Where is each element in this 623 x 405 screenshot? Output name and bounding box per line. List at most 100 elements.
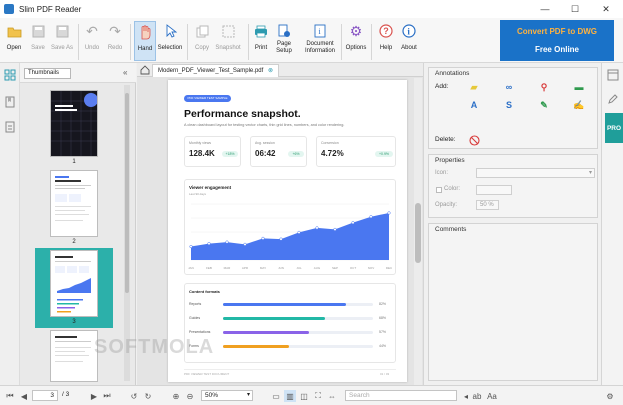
format-bar-fill <box>223 303 346 306</box>
thumbnails-tab[interactable]: Thumbnails <box>24 68 71 79</box>
zoom-in-icon[interactable]: ⊕ <box>170 390 182 402</box>
minimize-button[interactable]: — <box>530 0 560 18</box>
selection-tool-button[interactable]: Selection <box>157 21 183 61</box>
thumbnails-panel-icon[interactable] <box>4 69 16 81</box>
settings-gear-icon[interactable]: ⚙ <box>604 390 616 402</box>
document-tab-title: Modern_PDF_Viewer_Test_Sample.pdf <box>158 68 264 74</box>
chevron-down-icon: ▾ <box>246 392 250 398</box>
link-icon[interactable]: ∞ <box>503 81 515 93</box>
fit-width-icon[interactable]: ⇔ <box>326 390 338 402</box>
format-bar-fill <box>223 317 325 320</box>
thumbnail-page-4[interactable] <box>50 330 98 382</box>
bookmarks-panel-icon[interactable] <box>4 96 16 108</box>
home-icon[interactable] <box>140 65 150 75</box>
hand-tool-button[interactable]: Hand <box>134 21 156 61</box>
single-page-icon[interactable]: ▭ <box>270 390 282 402</box>
search-input[interactable]: Search <box>345 390 457 401</box>
thumbnail-page-1[interactable] <box>50 90 98 157</box>
promo-title: Convert PDF to DWG <box>517 27 597 36</box>
edit-panel-icon[interactable] <box>607 93 619 105</box>
save-as-icon <box>54 23 70 39</box>
chart-x-tick-label: JUN <box>278 266 284 270</box>
delete-annotation-icon[interactable] <box>468 134 480 146</box>
save-button[interactable]: Save <box>27 21 49 61</box>
note-icon[interactable]: ▰ <box>468 81 480 93</box>
rotate-left-icon[interactable]: ↺ <box>128 390 140 402</box>
format-bar-fill <box>223 331 309 334</box>
icon-select[interactable]: ▾ <box>476 168 595 178</box>
match-case-icon[interactable]: ab <box>471 390 483 402</box>
chart-x-tick-label: JAN <box>188 266 194 270</box>
zoom-select[interactable]: 50% ▾ <box>201 390 253 401</box>
first-page-icon[interactable]: ⏮ <box>4 390 16 402</box>
convert-promo-banner[interactable]: Convert PDF to DWG Free Online <box>500 20 614 61</box>
about-icon: i <box>401 23 417 39</box>
close-button[interactable]: ✕ <box>591 0 621 18</box>
document-tag: PDF VIEWER TEST SAMPLE <box>184 95 231 102</box>
title-bar: Slim PDF Reader — ☐ ✕ <box>0 0 623 18</box>
properties-section: Properties Icon: ▾ Color: Opacity: 50 % <box>428 154 598 218</box>
document-tab[interactable]: Modern_PDF_Viewer_Test_Sample.pdf ⊗ <box>152 64 279 77</box>
previous-page-icon[interactable]: ◀ <box>18 390 30 402</box>
pencil-icon[interactable]: ✎ <box>538 99 550 111</box>
copy-button[interactable]: Copy <box>192 21 212 61</box>
thumbnail-label: 3 <box>72 319 76 325</box>
color-checkbox[interactable] <box>436 187 442 193</box>
collapse-panel-button[interactable]: « <box>123 68 127 77</box>
rotate-right-icon[interactable]: ↻ <box>142 390 154 402</box>
thumbnail-page-2[interactable] <box>50 170 98 237</box>
chart-data-point <box>279 237 283 241</box>
strikeout-icon[interactable]: S <box>503 99 515 111</box>
thumbnail-page-3[interactable] <box>50 250 98 317</box>
redo-icon: ↷ <box>109 22 121 39</box>
save-as-button[interactable]: Save As <box>50 21 74 61</box>
highlight-icon[interactable]: ▬ <box>573 81 585 93</box>
stamp-icon[interactable]: ⚲ <box>538 81 550 93</box>
document-heading: Performance snapshot. <box>184 108 301 120</box>
hand-icon <box>137 24 153 40</box>
snapshot-button[interactable]: Snapshot <box>214 21 242 61</box>
next-page-icon[interactable]: ▶ <box>88 390 100 402</box>
format-name: Guides <box>189 316 201 320</box>
annotations-section: Annotations Add: Delete: ▰∞⚲▬UAS✎✍⌕ <box>428 67 617 149</box>
layout-panel-icon[interactable] <box>607 69 619 81</box>
open-button[interactable]: Open <box>3 21 25 61</box>
attachments-panel-icon[interactable] <box>4 121 16 133</box>
chevron-down-icon: ▾ <box>588 170 592 176</box>
last-page-icon[interactable]: ⏭ <box>101 390 113 402</box>
page-number-input[interactable]: 3 <box>32 390 58 401</box>
color-picker[interactable] <box>476 185 512 195</box>
help-button[interactable]: ? Help <box>377 21 395 61</box>
page-setup-button[interactable]: Page Setup <box>273 21 295 61</box>
chart-x-tick-label: NOV <box>368 266 375 270</box>
document-scrollbar[interactable] <box>414 78 422 385</box>
watermark: SOFTMOLA <box>94 336 215 358</box>
redo-button[interactable]: ↷ Redo <box>105 21 125 61</box>
promo-subtitle: Free Online <box>534 45 579 54</box>
fit-page-icon[interactable]: ⛶ <box>312 390 324 402</box>
maximize-button[interactable]: ☐ <box>560 0 590 18</box>
print-button[interactable]: Print <box>252 21 270 61</box>
comments-section: Comments <box>428 223 598 381</box>
about-button[interactable]: i About <box>399 21 419 61</box>
close-tab-icon[interactable]: ⊗ <box>268 68 273 74</box>
document-information-button[interactable]: i Document Information <box>302 21 338 61</box>
opacity-input[interactable]: 50 % <box>476 200 499 210</box>
document-scrollbar-thumb[interactable] <box>415 203 421 263</box>
continuous-page-icon[interactable]: ▥ <box>284 390 296 402</box>
zoom-out-icon[interactable]: ⊖ <box>184 390 196 402</box>
format-row: Reports 82% <box>189 301 393 309</box>
whole-word-icon[interactable]: Aa <box>486 390 498 402</box>
signature-icon[interactable]: ✍ <box>573 99 585 111</box>
page-footer-title: PDF VIEWER TEST DOCUMENT <box>184 372 230 376</box>
text-icon[interactable]: A <box>468 99 480 111</box>
pro-tab[interactable]: PRO <box>605 113 623 143</box>
format-bar-track <box>223 331 373 334</box>
document-subheading: A clean dashboard layout for testing vec… <box>184 123 345 127</box>
delete-label: Delete: <box>435 136 456 143</box>
format-row: Presentations 57% <box>189 329 393 337</box>
chart-x-tick-label: JUL <box>296 266 302 270</box>
undo-button[interactable]: ↶ Undo <box>82 21 102 61</box>
options-button[interactable]: ⚙ Options <box>345 21 367 61</box>
facing-page-icon[interactable]: ◫ <box>298 390 310 402</box>
